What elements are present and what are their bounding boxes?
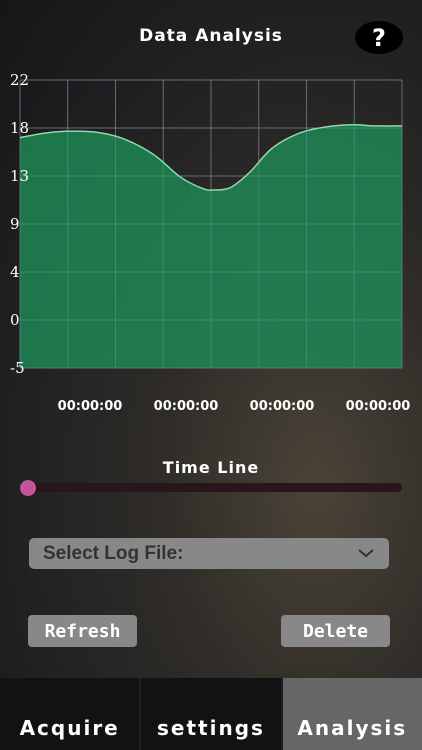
analysis-chart: 22 18 13 9 4 0 -5 00:00:00 00:00:00 00:00:00 00:00… [10, 71, 411, 414]
y-tick-label: 22 [10, 71, 29, 89]
refresh-button[interactable]: Refresh [28, 615, 137, 647]
y-tick-label: 9 [10, 215, 20, 233]
x-tick-label: 00:00:00 [154, 399, 219, 414]
tab-analysis[interactable]: Analysis [282, 678, 422, 750]
y-tick-label: 4 [10, 263, 20, 281]
timeline-label: Time Line [162, 458, 260, 477]
y-tick-label: 13 [10, 167, 29, 185]
tab-acquire[interactable]: Acquire [0, 678, 142, 750]
bottom-tab-bar: Acquire settings Analysis [0, 678, 422, 750]
timeline-slider-thumb[interactable] [20, 480, 36, 496]
delete-button[interactable]: Delete [281, 615, 390, 647]
x-tick-label: 00:00:00 [346, 399, 411, 414]
y-tick-label: 0 [10, 311, 20, 329]
x-tick-label: 00:00:00 [58, 399, 123, 414]
timeline-slider-track[interactable] [22, 483, 402, 492]
y-tick-label: 18 [10, 119, 29, 137]
chevron-down-icon [358, 549, 374, 558]
log-file-select[interactable]: Select Log File: [29, 538, 389, 569]
y-tick-label: -5 [10, 359, 25, 377]
x-tick-label: 00:00:00 [250, 399, 315, 414]
tab-settings[interactable]: settings [141, 678, 283, 750]
log-file-select-label: Select Log File: [43, 542, 184, 564]
